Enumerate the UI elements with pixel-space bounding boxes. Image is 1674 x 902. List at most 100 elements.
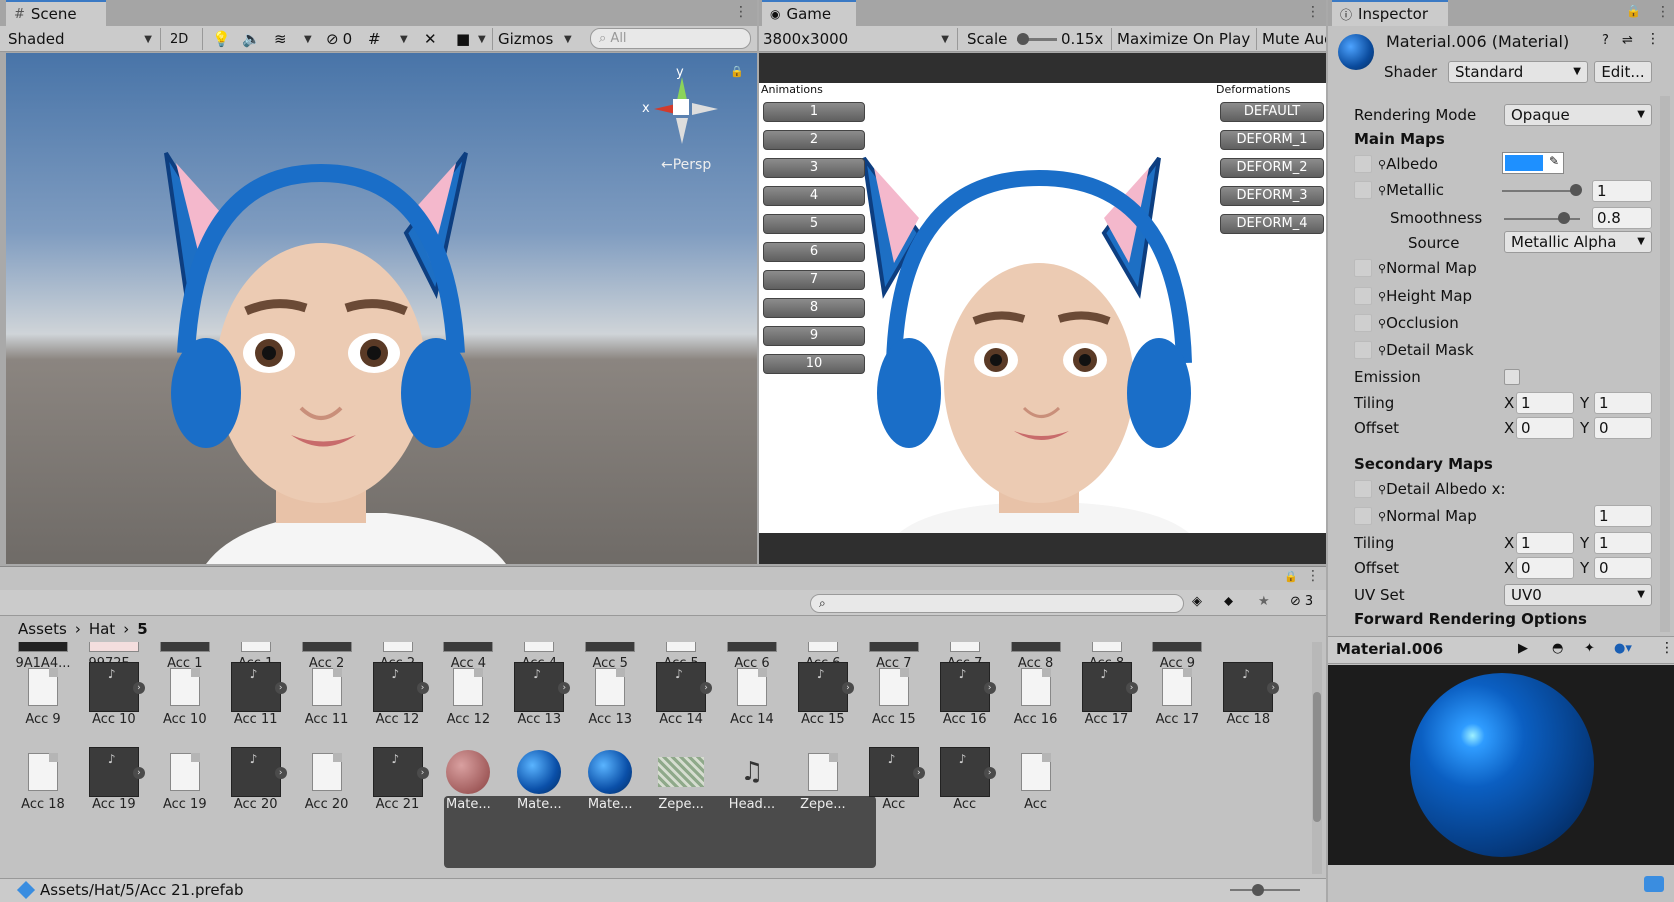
asset-item[interactable]: Acc 10 — [150, 662, 220, 727]
help-icon[interactable]: ? — [1602, 33, 1609, 48]
asset-item[interactable]: Mate... — [575, 747, 645, 812]
camera-icon[interactable]: ■ — [456, 28, 470, 50]
asset-item[interactable]: ♪ › Acc — [859, 747, 929, 812]
offset-y-field[interactable]: 0 — [1594, 417, 1652, 439]
asset-item[interactable]: ♪ › Acc 14 — [646, 662, 716, 727]
offset-x-field[interactable]: 0 — [1516, 417, 1574, 439]
smoothness-slider[interactable] — [1504, 212, 1580, 224]
breadcrumb-hat[interactable]: Hat — [89, 620, 115, 638]
asset-item[interactable]: ♪ › Acc 20 — [221, 747, 291, 812]
game-menu-icon[interactable]: ⋮ — [1306, 4, 1320, 20]
uv-set-dropdown[interactable]: UV0 ▼ — [1504, 584, 1652, 606]
asset-item[interactable]: ♪ › Acc 19 — [79, 747, 149, 812]
smoothness-field[interactable]: 0.8 — [1592, 207, 1652, 229]
animation-button-9[interactable]: 9 — [763, 326, 865, 346]
filter-type-icon[interactable]: ◈ — [1192, 594, 1202, 609]
deformation-button-default[interactable]: DEFAULT — [1220, 102, 1324, 122]
asset-bundle-icon[interactable] — [1644, 876, 1664, 892]
animation-button-6[interactable]: 6 — [763, 242, 865, 262]
asset-item[interactable]: ♫ Head... — [717, 747, 787, 812]
play-icon[interactable]: ▶ — [1518, 641, 1528, 656]
asset-item[interactable]: ♪ › Acc 15 — [788, 662, 858, 727]
detail-mask-slot[interactable] — [1354, 341, 1372, 359]
asset-item[interactable]: Acc 11 — [292, 662, 362, 727]
normal-map-slot[interactable] — [1354, 259, 1372, 277]
animation-button-5[interactable]: 5 — [763, 214, 865, 234]
inspector-menu-icon[interactable]: ⋮ — [1656, 4, 1670, 20]
expand-arrow-icon[interactable]: › — [274, 682, 287, 694]
scale-slider[interactable] — [1017, 33, 1057, 45]
lock-icon[interactable]: 🔒 — [730, 65, 744, 78]
sec-offset-x-field[interactable]: 0 — [1516, 557, 1574, 579]
expand-arrow-icon[interactable]: › — [274, 767, 287, 779]
audio-icon[interactable]: 🔈 — [242, 28, 261, 50]
gizmos-button[interactable]: Gizmos — [498, 28, 553, 50]
asset-item[interactable]: Zepe... — [788, 747, 858, 812]
edit-shader-button[interactable]: Edit... — [1594, 61, 1652, 83]
expand-arrow-icon[interactable]: › — [132, 767, 145, 779]
rendering-mode-dropdown[interactable]: Opaque ▼ — [1504, 104, 1652, 126]
deformation-button-deform_1[interactable]: DEFORM_1 — [1220, 130, 1324, 150]
expand-arrow-icon[interactable]: › — [416, 682, 429, 694]
emission-checkbox[interactable] — [1504, 369, 1520, 385]
maximize-on-play-toggle[interactable]: Maximize On Play — [1117, 28, 1250, 50]
asset-item[interactable]: ♪ › Acc 17 — [1072, 662, 1142, 727]
project-search-input[interactable]: ⌕ — [810, 594, 1184, 613]
deformation-button-deform_4[interactable]: DEFORM_4 — [1220, 214, 1324, 234]
sec-tiling-y-field[interactable]: 1 — [1594, 532, 1652, 554]
effects-dropdown-icon[interactable]: ▼ — [304, 28, 312, 50]
albedo-color-swatch[interactable]: ✎ — [1502, 152, 1564, 174]
filter-label-icon[interactable]: ⬥ — [1224, 594, 1233, 609]
asset-item[interactable]: ♪ › Acc 18 — [1213, 662, 1283, 727]
asset-item[interactable]: Acc 16 — [1001, 662, 1071, 727]
grid-toggle-icon[interactable]: # — [368, 28, 381, 50]
tools-icon[interactable]: ✕ — [424, 28, 437, 50]
breadcrumb-5[interactable]: 5 — [137, 620, 147, 638]
preview-menu-icon[interactable]: ⋮ — [1660, 640, 1674, 656]
secondary-normal-field[interactable]: 1 — [1594, 505, 1652, 527]
asset-item[interactable]: Acc 13 — [575, 662, 645, 727]
breadcrumb-assets[interactable]: Assets — [18, 620, 67, 638]
source-dropdown[interactable]: Metallic Alpha ▼ — [1504, 231, 1652, 253]
settings-icon[interactable]: ⇌ — [1622, 33, 1633, 48]
animation-button-2[interactable]: 2 — [763, 130, 865, 150]
animation-button-3[interactable]: 3 — [763, 158, 865, 178]
asset-item[interactable]: Acc 20 — [292, 747, 362, 812]
mesh-dropdown-icon[interactable]: ●▾ — [1614, 641, 1632, 656]
animation-button-7[interactable]: 7 — [763, 270, 865, 290]
asset-item[interactable]: ♪ › Acc 16 — [930, 662, 1000, 727]
resolution-dropdown[interactable]: 3800x3000 ▼ — [763, 28, 953, 50]
persp-label[interactable]: ←Persp — [661, 157, 711, 173]
expand-arrow-icon[interactable]: › — [416, 767, 429, 779]
gizmos-dropdown-icon[interactable]: ▼ — [564, 28, 572, 50]
mute-audio-toggle[interactable]: Mute Aud — [1262, 28, 1326, 50]
project-menu-icon[interactable]: ⋮ — [1306, 568, 1320, 584]
inspector-kebab-icon[interactable]: ⋮ — [1646, 31, 1660, 47]
asset-item[interactable]: Acc 14 — [717, 662, 787, 727]
tiling-x-field[interactable]: 1 — [1516, 392, 1574, 414]
asset-item[interactable]: ♪ › Acc 11 — [221, 662, 291, 727]
scene-menu-icon[interactable]: ⋮ — [734, 4, 748, 20]
material-preview[interactable] — [1328, 665, 1674, 865]
deformation-button-deform_3[interactable]: DEFORM_3 — [1220, 186, 1324, 206]
icon-size-slider[interactable] — [1230, 884, 1300, 896]
animation-button-1[interactable]: 1 — [763, 102, 865, 122]
metallic-slider[interactable] — [1502, 184, 1582, 196]
effects-icon[interactable]: ≋ — [274, 28, 287, 50]
asset-item[interactable]: ♪ › Acc 10 — [79, 662, 149, 727]
asset-item[interactable]: Acc — [1001, 747, 1071, 812]
asset-item[interactable]: Acc 19 — [150, 747, 220, 812]
hidden-objects-icon[interactable]: ⊘ 0 — [326, 28, 352, 50]
expand-arrow-icon[interactable]: › — [558, 682, 571, 694]
project-scrollbar[interactable] — [1312, 642, 1322, 874]
project-lock-icon[interactable]: 🔒 — [1284, 570, 1298, 583]
mode-2d-button[interactable]: 2D — [170, 28, 188, 50]
tiling-y-field[interactable]: 1 — [1594, 392, 1652, 414]
asset-item[interactable]: Acc 12 — [433, 662, 503, 727]
inspector-lock-icon[interactable]: 🔒 — [1626, 4, 1641, 18]
animation-button-4[interactable]: 4 — [763, 186, 865, 206]
shader-dropdown[interactable]: Standard ▼ — [1448, 61, 1588, 83]
hidden-packages-icon[interactable]: ⊘ 3 — [1290, 594, 1313, 609]
asset-item[interactable]: Acc 18 — [8, 747, 78, 812]
inspector-scrollbar[interactable] — [1660, 96, 1670, 632]
